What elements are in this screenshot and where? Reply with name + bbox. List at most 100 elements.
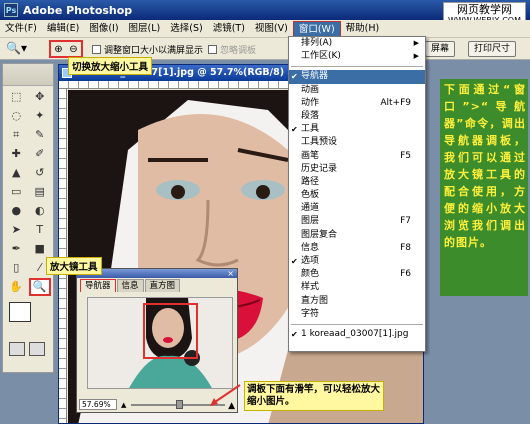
hand-tool-icon[interactable]: ✋ — [5, 278, 28, 296]
menu-select[interactable]: 选择(S) — [165, 21, 207, 37]
ignore-palettes-checkbox[interactable]: 忽略调板 — [208, 43, 256, 56]
lasso-tool-icon[interactable]: ◌ — [5, 107, 28, 125]
gradient-tool-icon[interactable]: ▤ — [29, 183, 52, 201]
menu-layer[interactable]: 图层(L) — [124, 21, 166, 37]
menu-item-swatches[interactable]: 色板 — [289, 189, 425, 202]
menu-item-info[interactable]: 信息 F8 — [289, 242, 425, 255]
zoom-value-field[interactable]: 57.69% — [79, 398, 117, 410]
view-area-box[interactable] — [143, 303, 198, 359]
check-icon: ✔ — [291, 329, 298, 339]
slice-tool-icon[interactable]: ✎ — [29, 126, 52, 144]
path-select-tool-icon[interactable]: ➤ — [5, 221, 28, 239]
checkbox-box[interactable] — [208, 45, 217, 54]
menu-item-character[interactable]: 字符 — [289, 308, 425, 321]
resize-windows-checkbox[interactable]: 调整窗口大小以满屏显示 — [92, 43, 203, 56]
app-titlebar: Ps Adobe Photoshop 网页教学网 WWW.WEBJX.COM — [0, 0, 530, 27]
menu-item-paths[interactable]: 路径 — [289, 176, 425, 189]
menu-item-layer-comps[interactable]: 图层复合 — [289, 229, 425, 242]
menu-item-history[interactable]: 历史记录 — [289, 163, 425, 176]
menu-item-channels[interactable]: 通道 — [289, 202, 425, 215]
navigator-thumbnail[interactable] — [87, 297, 233, 389]
tab-histogram[interactable]: 直方图 — [144, 279, 181, 292]
type-tool-icon[interactable]: T — [29, 221, 52, 239]
pen-tool-icon[interactable]: ✒ — [5, 240, 28, 258]
color-swatches[interactable] — [9, 302, 49, 336]
menu-item-histogram[interactable]: 直方图 — [289, 295, 425, 308]
menubar: 文件(F) 编辑(E) 图像(I) 图层(L) 选择(S) 滤镜(T) 视图(V… — [0, 20, 530, 38]
checkbox-box[interactable] — [92, 45, 101, 54]
menu-item-options[interactable]: ✔ 选项 — [289, 255, 425, 268]
menu-item-animation[interactable]: 动画 — [289, 84, 425, 97]
menu-item-navigator[interactable]: ✔ 导航器 — [289, 70, 425, 84]
magic-wand-tool-icon[interactable]: ✦ — [29, 107, 52, 125]
menu-separator — [291, 323, 423, 325]
watermark-line1: 网页教学网 — [457, 3, 512, 16]
menu-file[interactable]: 文件(F) — [0, 21, 42, 37]
blur-tool-icon[interactable]: ● — [5, 202, 28, 220]
callout-slider-note: 调板下面有滑竿，可以轻松放大缩小图片。 — [244, 381, 384, 411]
move-tool-icon[interactable]: ✥ — [29, 88, 52, 106]
menu-separator — [291, 66, 423, 68]
menu-item-tools[interactable]: ✔ 工具 — [289, 123, 425, 136]
check-icon: ✔ — [291, 72, 298, 82]
submenu-arrow-icon: ▶ — [413, 52, 419, 61]
zoom-tool-icon[interactable]: 🔍 — [28, 278, 51, 296]
fit-screen-button[interactable]: 屏幕 — [425, 41, 456, 57]
zoom-out-icon[interactable]: ⊖ — [69, 44, 77, 55]
menu-edit[interactable]: 编辑(E) — [42, 21, 84, 37]
menu-help[interactable]: 帮助(H) — [341, 21, 385, 37]
mask-modes — [9, 342, 45, 356]
check-icon: ✔ — [291, 125, 298, 135]
menu-window[interactable]: 窗口(W) — [292, 20, 341, 37]
menu-item-workspace[interactable]: 工作区(K) ▶ — [289, 50, 425, 63]
standard-mode-icon[interactable] — [9, 342, 25, 356]
navigator-bottom: 57.69% ▲ ▲ — [79, 398, 235, 411]
feather-logo-icon — [3, 64, 53, 86]
slider-knob[interactable] — [176, 399, 184, 409]
palette-tabs: 导航器 信息 直方图 — [77, 279, 237, 292]
navigator-palette: × 导航器 信息 直方图 57.69% ▲ ▲ — [76, 268, 238, 413]
eraser-tool-icon[interactable]: ▭ — [5, 183, 28, 201]
quickmask-mode-icon[interactable] — [29, 342, 45, 356]
menu-filter[interactable]: 滤镜(T) — [208, 21, 250, 37]
menu-item-paragraph[interactable]: 段落 — [289, 110, 425, 123]
close-icon[interactable]: × — [227, 269, 234, 278]
notes-tool-icon[interactable]: ▯ — [5, 259, 28, 277]
menu-item-layers[interactable]: 图层 F7 — [289, 215, 425, 228]
menu-item-color[interactable]: 颜色 F6 — [289, 268, 425, 281]
callout-zoom-switch: 切换放大缩小工具 — [68, 57, 153, 75]
menu-item-tool-presets[interactable]: 工具预设 — [289, 136, 425, 149]
marquee-tool-icon[interactable]: ⬚ — [5, 88, 28, 106]
menu-view[interactable]: 视图(V) — [250, 21, 293, 37]
dodge-tool-icon[interactable]: ◐ — [29, 202, 52, 220]
callout-zoom-tool: 放大镜工具 — [46, 257, 102, 275]
zoom-tool-preset-icon[interactable]: 🔍▾ — [6, 41, 40, 57]
menu-item-styles[interactable]: 样式 — [289, 281, 425, 294]
zoom-in-mountain-icon[interactable]: ▲ — [228, 401, 235, 411]
menu-item-arrange[interactable]: 排列(A) ▶ — [289, 37, 425, 50]
healing-tool-icon[interactable]: ✚ — [5, 145, 28, 163]
zoom-slider[interactable]: ▲ ▲ — [121, 399, 235, 411]
stamp-tool-icon[interactable]: ▲ — [5, 164, 28, 182]
toolbox: ⬚ ✥ ◌ ✦ ⌗ ✎ ✚ ✐ ▲ ↺ ▭ ▤ ● ◐ ➤ T ✒ ■ ▯ ⁄ … — [2, 63, 54, 373]
menu-image[interactable]: 图像(I) — [84, 21, 123, 37]
app-title: Adobe Photoshop — [23, 3, 133, 17]
menu-item-open-document[interactable]: ✔ 1 koreaad_03007[1].jpg — [289, 328, 425, 341]
crop-tool-icon[interactable]: ⌗ — [5, 126, 28, 144]
print-size-button[interactable]: 打印尺寸 — [468, 41, 517, 57]
photoshop-logo-icon: Ps — [4, 3, 18, 17]
window-menu-dropdown: 排列(A) ▶ 工作区(K) ▶ ✔ 导航器 动画 动作 Alt+F9 段落 ✔ 工具 工… — [288, 36, 426, 352]
check-icon: ✔ — [291, 257, 298, 266]
zoom-in-icon[interactable]: ⊕ — [54, 44, 62, 55]
menu-item-actions[interactable]: 动作 Alt+F9 — [289, 97, 425, 110]
tab-info[interactable]: 信息 — [116, 279, 144, 292]
shape-tool-icon[interactable]: ■ — [29, 240, 52, 258]
zoom-out-mountain-icon[interactable]: ▲ — [121, 401, 126, 409]
submenu-arrow-icon: ▶ — [413, 39, 419, 47]
zoom-in-out-toggle[interactable]: ⊕ ⊖ — [49, 40, 83, 58]
tab-navigator[interactable]: 导航器 — [80, 279, 116, 292]
menu-item-brushes[interactable]: 画笔 F5 — [289, 150, 425, 163]
history-brush-tool-icon[interactable]: ↺ — [29, 164, 52, 182]
foreground-color-swatch[interactable] — [9, 302, 31, 322]
brush-tool-icon[interactable]: ✐ — [29, 145, 52, 163]
